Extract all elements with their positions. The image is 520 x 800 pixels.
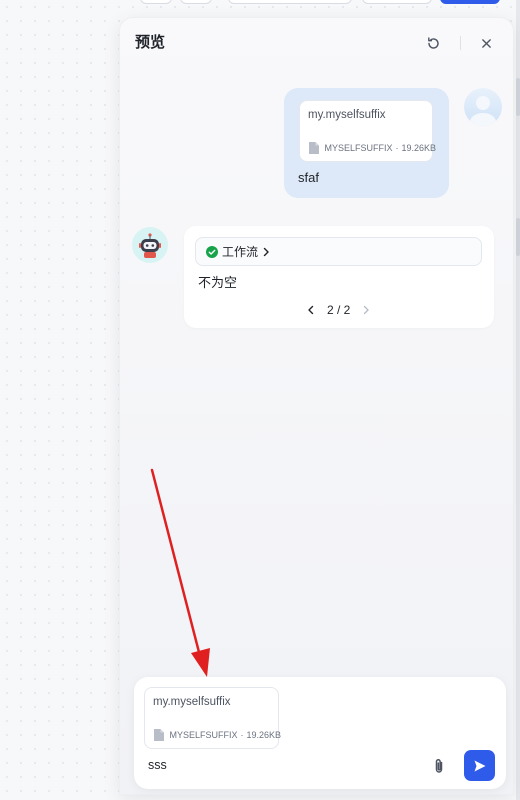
- panel-title: 预览: [135, 34, 166, 51]
- response-pager: 2 / 2: [304, 303, 373, 317]
- background-toolbar-button[interactable]: [362, 0, 432, 4]
- background-toolbar-button[interactable]: [228, 0, 352, 4]
- chevron-right-icon: [263, 247, 269, 256]
- document-icon: [154, 729, 165, 741]
- bot-avatar: [132, 227, 168, 263]
- file-size: 19.26KB: [401, 143, 436, 153]
- background-toolbar-button[interactable]: [180, 0, 212, 4]
- right-scroll-edge: [516, 0, 520, 800]
- file-name: my.myselfsuffix: [153, 696, 231, 708]
- preview-panel: 预览 my.myselfsuffix MYSELFSUFFIX · 19.26K…: [119, 17, 514, 795]
- edge-segment: [516, 78, 520, 116]
- file-meta: MYSELFSUFFIX · 19.26KB: [154, 729, 281, 741]
- close-icon[interactable]: [477, 34, 495, 52]
- bot-message-bubble: 工作流 不为空 2 / 2: [184, 226, 494, 328]
- chevron-left-icon[interactable]: [304, 303, 318, 317]
- user-avatar: [464, 88, 502, 126]
- pager-count: 2 / 2: [327, 303, 351, 317]
- message-composer: my.myselfsuffix MYSELFSUFFIX · 19.26KB: [134, 677, 506, 789]
- check-circle-icon: [206, 245, 218, 258]
- attached-file-card[interactable]: my.myselfsuffix MYSELFSUFFIX · 19.26KB: [299, 100, 436, 162]
- file-type: MYSELFSUFFIX: [324, 143, 393, 153]
- chevron-right-icon[interactable]: [359, 303, 373, 317]
- user-message-text: sfaf: [298, 170, 319, 185]
- background-primary-button[interactable]: [440, 0, 500, 4]
- meta-separator: ·: [395, 143, 399, 153]
- header-divider: [460, 36, 461, 50]
- file-size: 19.26KB: [246, 730, 281, 740]
- attached-file-card[interactable]: my.myselfsuffix MYSELFSUFFIX · 19.26KB: [144, 687, 281, 749]
- send-icon: [474, 760, 485, 771]
- workflow-label: 工作流: [222, 245, 259, 259]
- paperclip-icon[interactable]: [430, 757, 448, 775]
- file-name: my.myselfsuffix: [308, 109, 386, 121]
- workflow-chip[interactable]: 工作流: [195, 237, 482, 266]
- background-toolbar-button[interactable]: [140, 0, 172, 4]
- meta-separator: ·: [240, 730, 244, 740]
- send-button[interactable]: [464, 750, 495, 781]
- file-meta: MYSELFSUFFIX · 19.26KB: [309, 142, 436, 154]
- file-type: MYSELFSUFFIX: [169, 730, 238, 740]
- refresh-icon[interactable]: [424, 34, 442, 52]
- message-input[interactable]: [148, 758, 408, 772]
- document-icon: [309, 142, 320, 154]
- user-message-bubble: my.myselfsuffix MYSELFSUFFIX · 19.26KB s…: [284, 88, 449, 198]
- edge-segment: [516, 218, 520, 256]
- bot-message-text: 不为空: [198, 275, 238, 290]
